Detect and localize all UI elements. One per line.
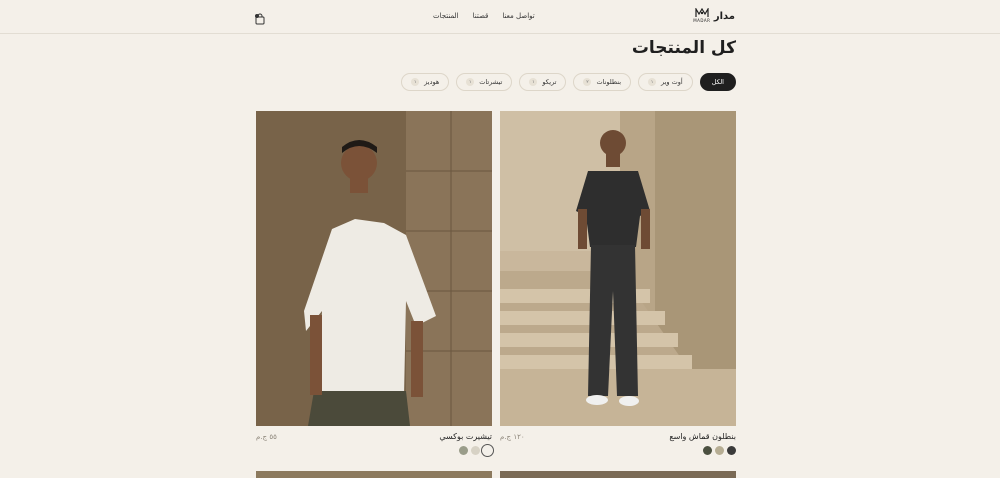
filter-knitwear[interactable]: تريكو ١ [519, 73, 567, 91]
nav-products[interactable]: المنتجات [433, 12, 459, 20]
category-filters: الكل أوت وير ١ بنطلونات ٢ تريكو ١ تيشرتا… [401, 73, 736, 91]
filter-label: هوديز [424, 78, 440, 86]
product-image-peek [500, 471, 736, 478]
filter-label: الكل [711, 78, 724, 86]
brand-name: مدار [713, 10, 735, 22]
product-name[interactable]: تيشيرت بوكسي [439, 432, 492, 441]
filter-all[interactable]: الكل [699, 73, 736, 91]
product-price: ٥٥ ج.م [256, 432, 277, 441]
filter-hoodies[interactable]: هوديز ١ [401, 73, 450, 91]
brand-logo[interactable]: مدار MADAR [693, 8, 735, 24]
product-name[interactable]: بنطلون قماش واسع [669, 432, 736, 441]
color-swatch[interactable] [483, 446, 492, 455]
product-price: ١٢٠ ج.م [500, 432, 525, 441]
bag-icon[interactable] [254, 10, 266, 25]
color-swatches [256, 446, 492, 455]
color-swatch[interactable] [471, 446, 480, 455]
filter-outerwear[interactable]: أوت وير ١ [638, 73, 693, 91]
color-swatch[interactable] [727, 446, 736, 455]
product-info: بنطلون قماش واسع ١٢٠ ج.م [500, 432, 736, 441]
filter-label: بنطلونات [596, 78, 622, 86]
color-swatch[interactable] [459, 446, 468, 455]
product-image[interactable] [256, 111, 492, 426]
product-card[interactable]: تيشيرت بوكسي ٥٥ ج.م [256, 111, 492, 455]
filter-tshirts[interactable]: تيشرتات ١ [456, 73, 513, 91]
color-swatch[interactable] [703, 446, 712, 455]
filter-count: ١ [529, 78, 538, 86]
color-swatches [500, 446, 736, 455]
filter-count: ٢ [583, 78, 592, 86]
filter-count: ١ [411, 78, 420, 86]
filter-count: ١ [648, 78, 657, 86]
main-nav: المنتجات قصتنا تواصل معنا [433, 12, 535, 20]
nav-our-story[interactable]: قصتنا [473, 12, 489, 20]
site-header: مدار MADAR المنتجات قصتنا تواصل معنا [0, 0, 1000, 34]
filter-label: أوت وير [661, 78, 683, 86]
logo-text: MADAR [693, 18, 711, 23]
page-title: كل المنتجات [631, 38, 736, 58]
logo-mark-icon: MADAR [693, 8, 711, 24]
product-card[interactable]: بنطلون قماش واسع ١٢٠ ج.م [500, 111, 736, 455]
product-image[interactable] [500, 111, 736, 426]
filter-label: تريكو [542, 78, 557, 86]
filter-count: ١ [466, 78, 475, 86]
product-image-peek [256, 471, 492, 478]
color-swatch[interactable] [715, 446, 724, 455]
product-info: تيشيرت بوكسي ٥٥ ج.م [256, 432, 492, 441]
nav-contact[interactable]: تواصل معنا [502, 12, 534, 20]
filter-pants[interactable]: بنطلونات ٢ [573, 73, 632, 91]
filter-label: تيشرتات [479, 78, 503, 86]
